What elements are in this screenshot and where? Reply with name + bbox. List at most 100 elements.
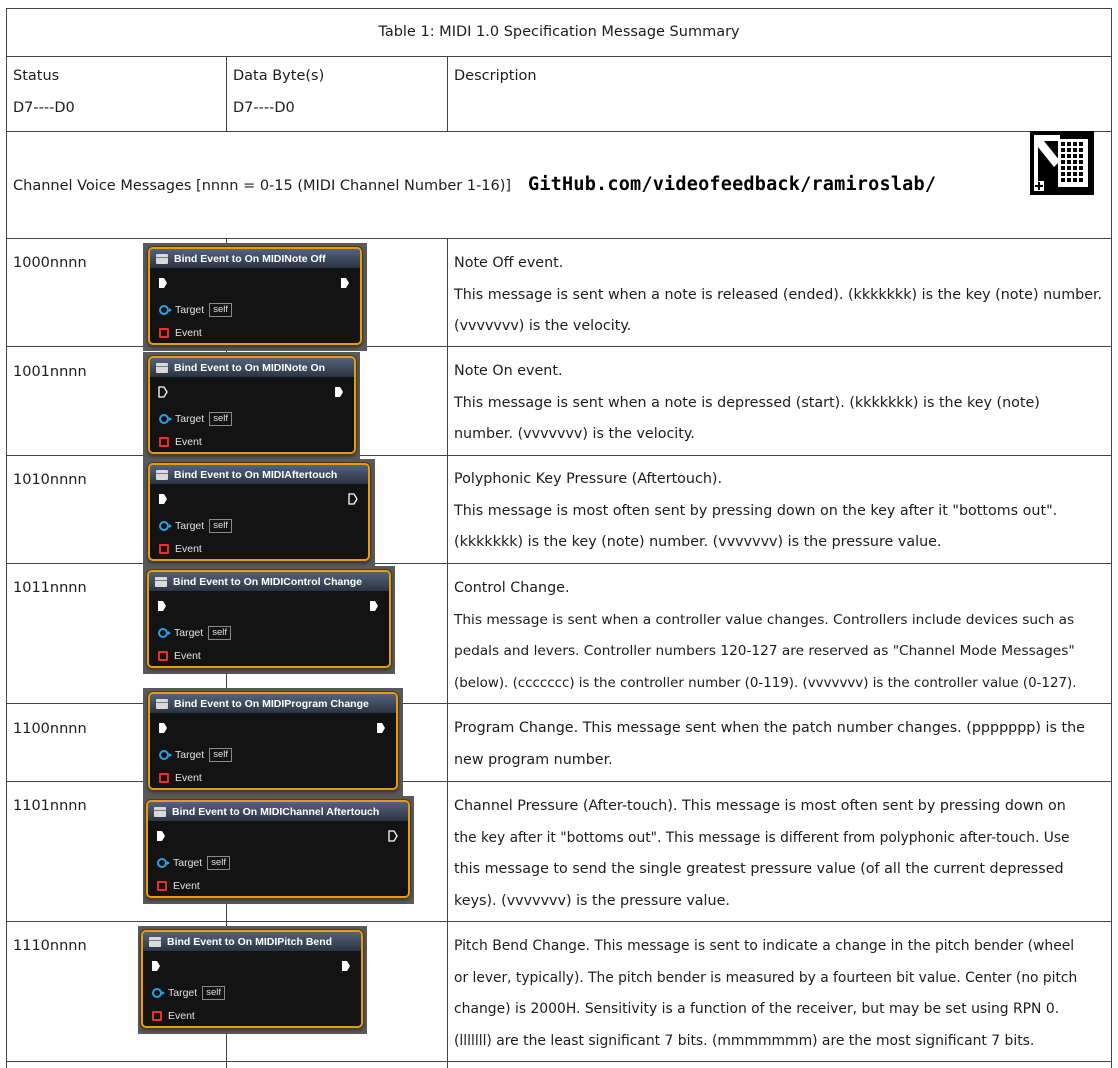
description-line: Polyphonic Key Pressure (Aftertouch). xyxy=(454,471,723,487)
description-line: This message is most often sent by press… xyxy=(454,502,1058,519)
section-divider xyxy=(6,238,1112,239)
event-pin-row[interactable]: Event xyxy=(158,650,201,662)
description-aftertouch: Polyphonic Key Pressure (Aftertouch). Th… xyxy=(454,464,1057,559)
row-divider-7 xyxy=(6,1061,1112,1062)
node-header: Bind Event to On MIDIChannel Aftertouch xyxy=(148,802,408,822)
event-pin-row[interactable]: Event xyxy=(159,436,202,448)
exec-in-pin-icon[interactable] xyxy=(158,722,168,734)
header-description: Description xyxy=(454,68,537,84)
self-value: self xyxy=(202,986,225,1000)
description-line: keys). (vvvvvvv) is the pressure value. xyxy=(454,892,730,909)
function-icon xyxy=(155,576,167,587)
event-label: Event xyxy=(173,880,200,892)
description-line: (below). (ccccccc) is the controller num… xyxy=(454,675,1077,691)
section-title: Channel Voice Messages [nnnn = 0-15 (MID… xyxy=(13,178,512,194)
target-pin-icon xyxy=(152,988,165,998)
node-title: Bind Event to On MIDIPitch Bend xyxy=(167,935,333,948)
node-header: Bind Event to On MIDIControl Change xyxy=(149,572,389,592)
function-icon xyxy=(156,362,168,373)
header-divider xyxy=(6,131,1112,132)
description-line: Pitch Bend Change. This message is sent … xyxy=(454,938,1075,954)
event-pin-row[interactable]: Event xyxy=(159,772,202,784)
event-label: Event xyxy=(174,650,201,662)
column-divider-2-header xyxy=(447,56,448,132)
description-line: (kkkkkkk) is the key (note) number. (vvv… xyxy=(454,534,942,550)
description-line: or lever, typically). The pitch bender i… xyxy=(454,969,1078,986)
node-header: Bind Event to On MIDINote On xyxy=(150,358,354,378)
node-title: Bind Event to On MIDINote On xyxy=(174,361,326,374)
node-title: Bind Event to On MIDIAftertouch xyxy=(174,468,338,481)
bind-event-node-pitch-bend[interactable]: Bind Event to On MIDIPitch Bend Target se… xyxy=(141,930,363,1028)
column-divider-2 xyxy=(447,238,448,1068)
event-pin-row[interactable]: Event xyxy=(157,880,200,892)
event-pin-icon xyxy=(159,437,169,447)
description-line: pedals and levers. Controller numbers 12… xyxy=(454,643,1075,659)
target-pin-row[interactable]: Target self xyxy=(159,748,232,762)
node-header: Bind Event to On MIDIAftertouch xyxy=(150,465,368,485)
exec-out-pin-icon[interactable] xyxy=(376,722,386,734)
target-pin-row[interactable]: Target self xyxy=(157,856,230,870)
target-pin-icon xyxy=(159,414,172,424)
exec-in-pin-icon[interactable] xyxy=(158,386,168,398)
event-pin-icon xyxy=(158,651,168,661)
target-pin-row[interactable]: Target self xyxy=(158,626,231,640)
bind-event-node-channel-aftertouch[interactable]: Bind Event to On MIDIChannel Aftertouch … xyxy=(146,800,410,898)
caption-divider xyxy=(6,56,1112,57)
event-pin-icon xyxy=(159,773,169,783)
event-pin-icon xyxy=(152,1011,162,1021)
self-value: self xyxy=(209,519,232,533)
header-data-bits: D7----D0 xyxy=(233,100,295,116)
exec-out-pin-icon[interactable] xyxy=(388,830,398,842)
description-line: new program number. xyxy=(454,751,613,768)
target-pin-icon xyxy=(159,521,172,531)
status-code-control-change: 1011nnnn xyxy=(13,580,87,596)
target-pin-row[interactable]: Target self xyxy=(152,986,225,1000)
target-label: Target xyxy=(173,857,203,869)
self-value: self xyxy=(207,856,230,870)
status-code-pitch-bend: 1110nnnn xyxy=(13,938,87,954)
exec-out-pin-icon[interactable] xyxy=(369,600,379,612)
event-pin-row[interactable]: Event xyxy=(159,543,202,555)
event-label: Event xyxy=(175,436,202,448)
target-label: Target xyxy=(175,749,205,761)
status-code-aftertouch: 1010nnnn xyxy=(13,472,87,488)
event-pin-row[interactable]: Event xyxy=(159,327,202,339)
exec-out-pin-icon[interactable] xyxy=(334,386,344,398)
node-title: Bind Event to On MIDINote Off xyxy=(174,252,326,265)
exec-in-pin-icon[interactable] xyxy=(157,600,167,612)
exec-in-pin-icon[interactable] xyxy=(158,493,168,505)
bind-event-node-note-on[interactable]: Bind Event to On MIDINote On Target self … xyxy=(148,356,356,454)
exec-in-pin-icon[interactable] xyxy=(151,960,161,972)
event-label: Event xyxy=(175,772,202,784)
description-line: change) is 2000H. Sensitivity is a funct… xyxy=(454,1001,1060,1017)
description-line: this message to send the single greatest… xyxy=(454,861,1064,877)
bind-event-node-note-off[interactable]: Bind Event to On MIDINote Off Target self… xyxy=(148,247,362,345)
self-value: self xyxy=(209,748,232,762)
target-pin-row[interactable]: Target self xyxy=(159,412,232,426)
function-icon xyxy=(149,936,161,947)
bind-event-node-control-change[interactable]: Bind Event to On MIDIControl Change Targ… xyxy=(147,570,391,668)
ramiroslab-logo-icon xyxy=(1030,131,1094,195)
event-pin-icon xyxy=(159,544,169,554)
bind-event-node-aftertouch[interactable]: Bind Event to On MIDIAftertouch Target se… xyxy=(148,463,370,561)
column-divider-1-header xyxy=(226,56,227,132)
function-icon xyxy=(156,469,168,480)
description-line: Program Change. This message sent when t… xyxy=(454,720,1085,736)
event-pin-row[interactable]: Event xyxy=(152,1010,195,1022)
target-pin-row[interactable]: Target self xyxy=(159,303,232,317)
exec-out-pin-icon[interactable] xyxy=(340,277,350,289)
target-pin-row[interactable]: Target self xyxy=(159,519,232,533)
target-pin-icon xyxy=(157,858,170,868)
table-border-top xyxy=(6,8,1112,9)
self-value: self xyxy=(209,412,232,426)
function-icon xyxy=(156,698,168,709)
exec-out-pin-icon[interactable] xyxy=(348,493,358,505)
exec-in-pin-icon[interactable] xyxy=(156,830,166,842)
event-pin-icon xyxy=(157,881,167,891)
description-line: Note On event. xyxy=(454,363,563,379)
exec-in-pin-icon[interactable] xyxy=(158,277,168,289)
status-code-channel-aftertouch: 1101nnnn xyxy=(13,798,87,814)
bind-event-node-program-change[interactable]: Bind Event to On MIDIProgram Change Targ… xyxy=(148,692,398,790)
exec-out-pin-icon[interactable] xyxy=(341,960,351,972)
description-line: number. (vvvvvvv) is the velocity. xyxy=(454,426,695,442)
